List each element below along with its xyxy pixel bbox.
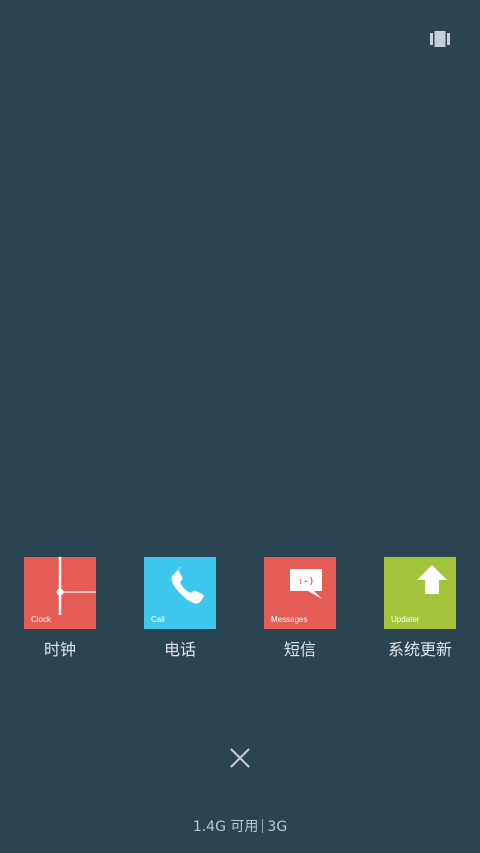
status-divider [262, 819, 264, 833]
memory-available: 1.4G 可用 [192, 819, 259, 835]
call-tile[interactable]: Call [144, 557, 216, 629]
app-messages[interactable]: :-) Messages 短信 [245, 557, 355, 667]
updater-tile[interactable]: Updater [384, 557, 456, 629]
clock-tile-label: Clock [31, 615, 52, 624]
messages-tile-label: Messages [271, 615, 308, 624]
recent-tasks-icon [430, 31, 450, 47]
close-icon [230, 748, 250, 768]
messages-app-name: 短信 [283, 640, 316, 659]
updater-app-name: 系统更新 [387, 640, 452, 659]
messages-tile[interactable]: :-) Messages [264, 557, 336, 629]
call-tile-label: Call [151, 615, 165, 624]
recent-apps-row: Clock 时钟 Call 电话 :-) Messages 短信 Updater… [0, 557, 480, 667]
app-clock[interactable]: Clock 时钟 [5, 557, 115, 667]
updater-tile-label: Updater [391, 615, 420, 624]
clock-app-name: 时钟 [43, 640, 76, 659]
app-updater[interactable]: Updater 系统更新 [365, 557, 475, 667]
app-call[interactable]: Call 电话 [125, 557, 235, 667]
network-type: 3G [267, 819, 288, 835]
memory-status: 1.4G 可用 3G [0, 816, 480, 836]
clock-tile[interactable]: Clock [24, 557, 96, 629]
message-glyph: :-) [298, 577, 314, 587]
recent-tasks-button[interactable] [430, 31, 450, 47]
call-app-name: 电话 [163, 640, 196, 659]
clear-all-button[interactable] [229, 747, 251, 769]
